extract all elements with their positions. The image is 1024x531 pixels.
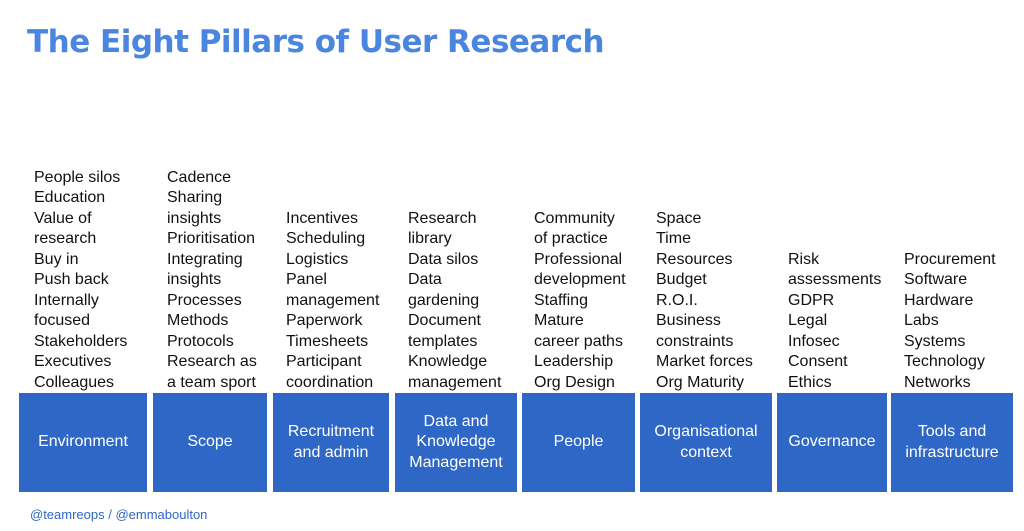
- pillar-label: Governance: [788, 433, 876, 451]
- pillar-item: Legal: [788, 312, 828, 329]
- pillar-item: Risk: [788, 250, 820, 268]
- pillar-item: Push back: [34, 271, 109, 288]
- pillar-item: Research: [408, 209, 477, 227]
- pillar-item: of practice: [534, 230, 608, 247]
- pillar-item: Executives: [34, 353, 112, 370]
- pillar-item: research: [34, 230, 97, 247]
- pillar-item: Budget: [656, 271, 707, 288]
- pillar-item: focused: [34, 312, 91, 329]
- pillar-item: Org Design: [534, 373, 615, 391]
- pillar-label: Tools and infrastructure: [905, 423, 999, 461]
- pillar-item: Integrating: [167, 250, 243, 268]
- pillar-item: Value of: [34, 209, 92, 227]
- pillar-item: Research as: [167, 353, 257, 370]
- pillar-item: Leadership: [534, 353, 614, 370]
- pillar-item: Panel: [286, 271, 327, 288]
- pillar-item: Community: [534, 209, 615, 227]
- pillar-item: Software: [904, 271, 968, 288]
- pillar-item: Consent: [788, 353, 848, 370]
- pillar-items-list: Incentives Scheduling Logistics Panel manage…: [286, 209, 379, 394]
- pillar-label: Environment: [38, 433, 128, 451]
- pillar-item: Scheduling: [286, 230, 366, 247]
- pillar-label: Recruitment and admin: [287, 423, 375, 461]
- pillar-item: templates: [408, 332, 478, 350]
- pillar-item: GDPR: [788, 291, 835, 309]
- pillar-item: Stakeholders: [34, 332, 128, 350]
- pillar-label: Data and Knowledge Management: [409, 412, 503, 471]
- pillar-item: management: [408, 373, 502, 391]
- credit-text: @teamreops / @emmaboulton: [30, 507, 208, 522]
- pillar-item: Systems: [904, 332, 966, 350]
- pillar-item: Professional: [534, 250, 623, 268]
- pillar-item: Sharing: [167, 189, 223, 206]
- pillar-items-list: Community of practice Professional developm…: [534, 209, 626, 394]
- pillar-item: Buy in: [34, 250, 79, 268]
- pillar-label: Organisational context: [654, 423, 758, 461]
- pillar-item: Data silos: [408, 250, 479, 268]
- page-title: The Eight Pillars of User Research: [27, 24, 605, 60]
- pillar-item: coordination: [286, 373, 374, 391]
- pillar-box: Scope: [153, 393, 267, 492]
- pillar-item: Education: [34, 189, 106, 206]
- pillar-item: gardening: [408, 291, 480, 309]
- pillar-item: Participant: [286, 353, 362, 370]
- pillar-item: constraints: [656, 332, 734, 350]
- pillar-box: Organisational context: [640, 393, 772, 492]
- pillar-item: Incentives: [286, 209, 359, 227]
- pillar-item: Logistics: [286, 250, 349, 268]
- pillar-item: Networks: [904, 373, 971, 391]
- pillar-items-list: Research library Data silos Data gardening Do…: [408, 209, 501, 394]
- pillar-item: Timesheets: [286, 332, 369, 350]
- pillar-items-list: Risk assessments GDPR Legal Infosec Consent Et…: [788, 250, 881, 394]
- pillar-item: Colleagues: [34, 373, 115, 391]
- pillar-item: management: [286, 291, 380, 309]
- pillar-item: R.O.I.: [656, 291, 698, 309]
- pillar-item: Internally: [34, 291, 99, 309]
- pillar-item: Staffing: [534, 291, 588, 309]
- pillar-item: Time: [656, 230, 691, 247]
- pillar-box: Governance: [777, 393, 887, 492]
- pillar-item: Knowledge: [408, 353, 488, 370]
- pillar-item: Technology: [904, 353, 985, 370]
- pillar-item: Methods: [167, 312, 229, 329]
- pillar-item: People silos: [34, 168, 121, 186]
- pillar-items-list: Procurement Software Hardware Labs Systems Te…: [904, 250, 996, 394]
- pillar-items-list: Cadence Sharing insights Prioritisation Inte…: [167, 168, 257, 394]
- pillar-item: Procurement: [904, 250, 996, 268]
- pillar-item: insights: [167, 271, 222, 288]
- pillar-box: Data and Knowledge Management: [395, 393, 517, 492]
- pillar-item: Paperwork: [286, 312, 363, 329]
- pillar-box: Tools and infrastructure: [891, 393, 1013, 492]
- pillar-item: Ethics: [788, 373, 832, 391]
- pillar-item: Infosec: [788, 332, 840, 350]
- pillar-item: Space: [656, 209, 702, 227]
- pillar-item: development: [534, 271, 626, 288]
- pillar-item: Mature: [534, 312, 584, 329]
- pillar-item: Processes: [167, 291, 242, 309]
- pillar-item: Protocols: [167, 332, 234, 350]
- pillar-items-list: Space Time Resources Budget R.O.I. Business co…: [656, 209, 753, 394]
- pillar-item: a team sport: [167, 373, 256, 391]
- pillar-item: career paths: [534, 332, 623, 350]
- pillar-item: Hardware: [904, 291, 974, 309]
- pillar-item: insights: [167, 209, 222, 227]
- pillar-box: Environment: [19, 393, 147, 492]
- pillar-label: Scope: [187, 433, 233, 451]
- pillar-item: Org Maturity: [656, 373, 745, 391]
- pillar-item: library: [408, 230, 452, 247]
- pillar-box: Recruitment and admin: [273, 393, 389, 492]
- pillar-item: Data: [408, 271, 442, 288]
- pillar-label: People: [553, 433, 604, 451]
- pillar-item: Resources: [656, 250, 733, 268]
- pillar-item: Document: [408, 312, 481, 329]
- pillar-item: Prioritisation: [167, 230, 256, 247]
- pillar-item: Labs: [904, 312, 939, 329]
- pillar-items-list: People silos Education Value of research Buy…: [34, 168, 127, 394]
- pillar-item: Cadence: [167, 168, 232, 186]
- pillar-item: assessments: [788, 271, 882, 288]
- pillar-item: Business: [656, 312, 721, 329]
- pillar-item: Market forces: [656, 353, 753, 370]
- pillar-box: People: [522, 393, 635, 492]
